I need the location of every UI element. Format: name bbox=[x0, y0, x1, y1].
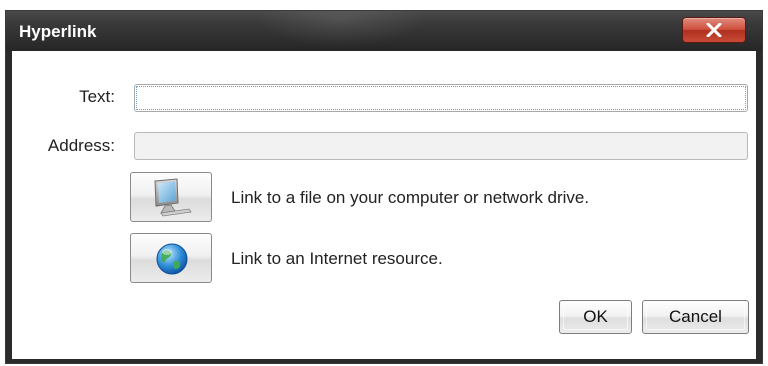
text-label: Text: bbox=[79, 87, 115, 106]
link-web-text: Link to an Internet resource. bbox=[231, 249, 443, 268]
dialog-body: Text: Address: Link to a file on your co… bbox=[12, 51, 756, 359]
text-input[interactable] bbox=[134, 84, 748, 112]
globe-icon bbox=[156, 243, 188, 275]
ok-button[interactable]: OK bbox=[559, 300, 632, 334]
cancel-button[interactable]: Cancel bbox=[642, 300, 749, 334]
ok-button-label: OK bbox=[583, 307, 608, 326]
computer-icon bbox=[154, 178, 192, 217]
cancel-button-label: Cancel bbox=[669, 307, 722, 326]
address-label: Address: bbox=[47, 136, 115, 155]
close-button[interactable] bbox=[682, 17, 746, 43]
hyperlink-dialog: Hyperlink Text: Address: Link to a file … bbox=[5, 10, 763, 364]
close-icon bbox=[706, 23, 722, 37]
title-bar[interactable]: Hyperlink bbox=[6, 11, 762, 51]
link-file-button[interactable] bbox=[130, 172, 212, 222]
link-web-button[interactable] bbox=[130, 233, 212, 283]
address-input[interactable] bbox=[134, 132, 748, 160]
link-file-text: Link to a file on your computer or netwo… bbox=[231, 188, 590, 207]
dialog-title: Hyperlink bbox=[19, 22, 97, 41]
